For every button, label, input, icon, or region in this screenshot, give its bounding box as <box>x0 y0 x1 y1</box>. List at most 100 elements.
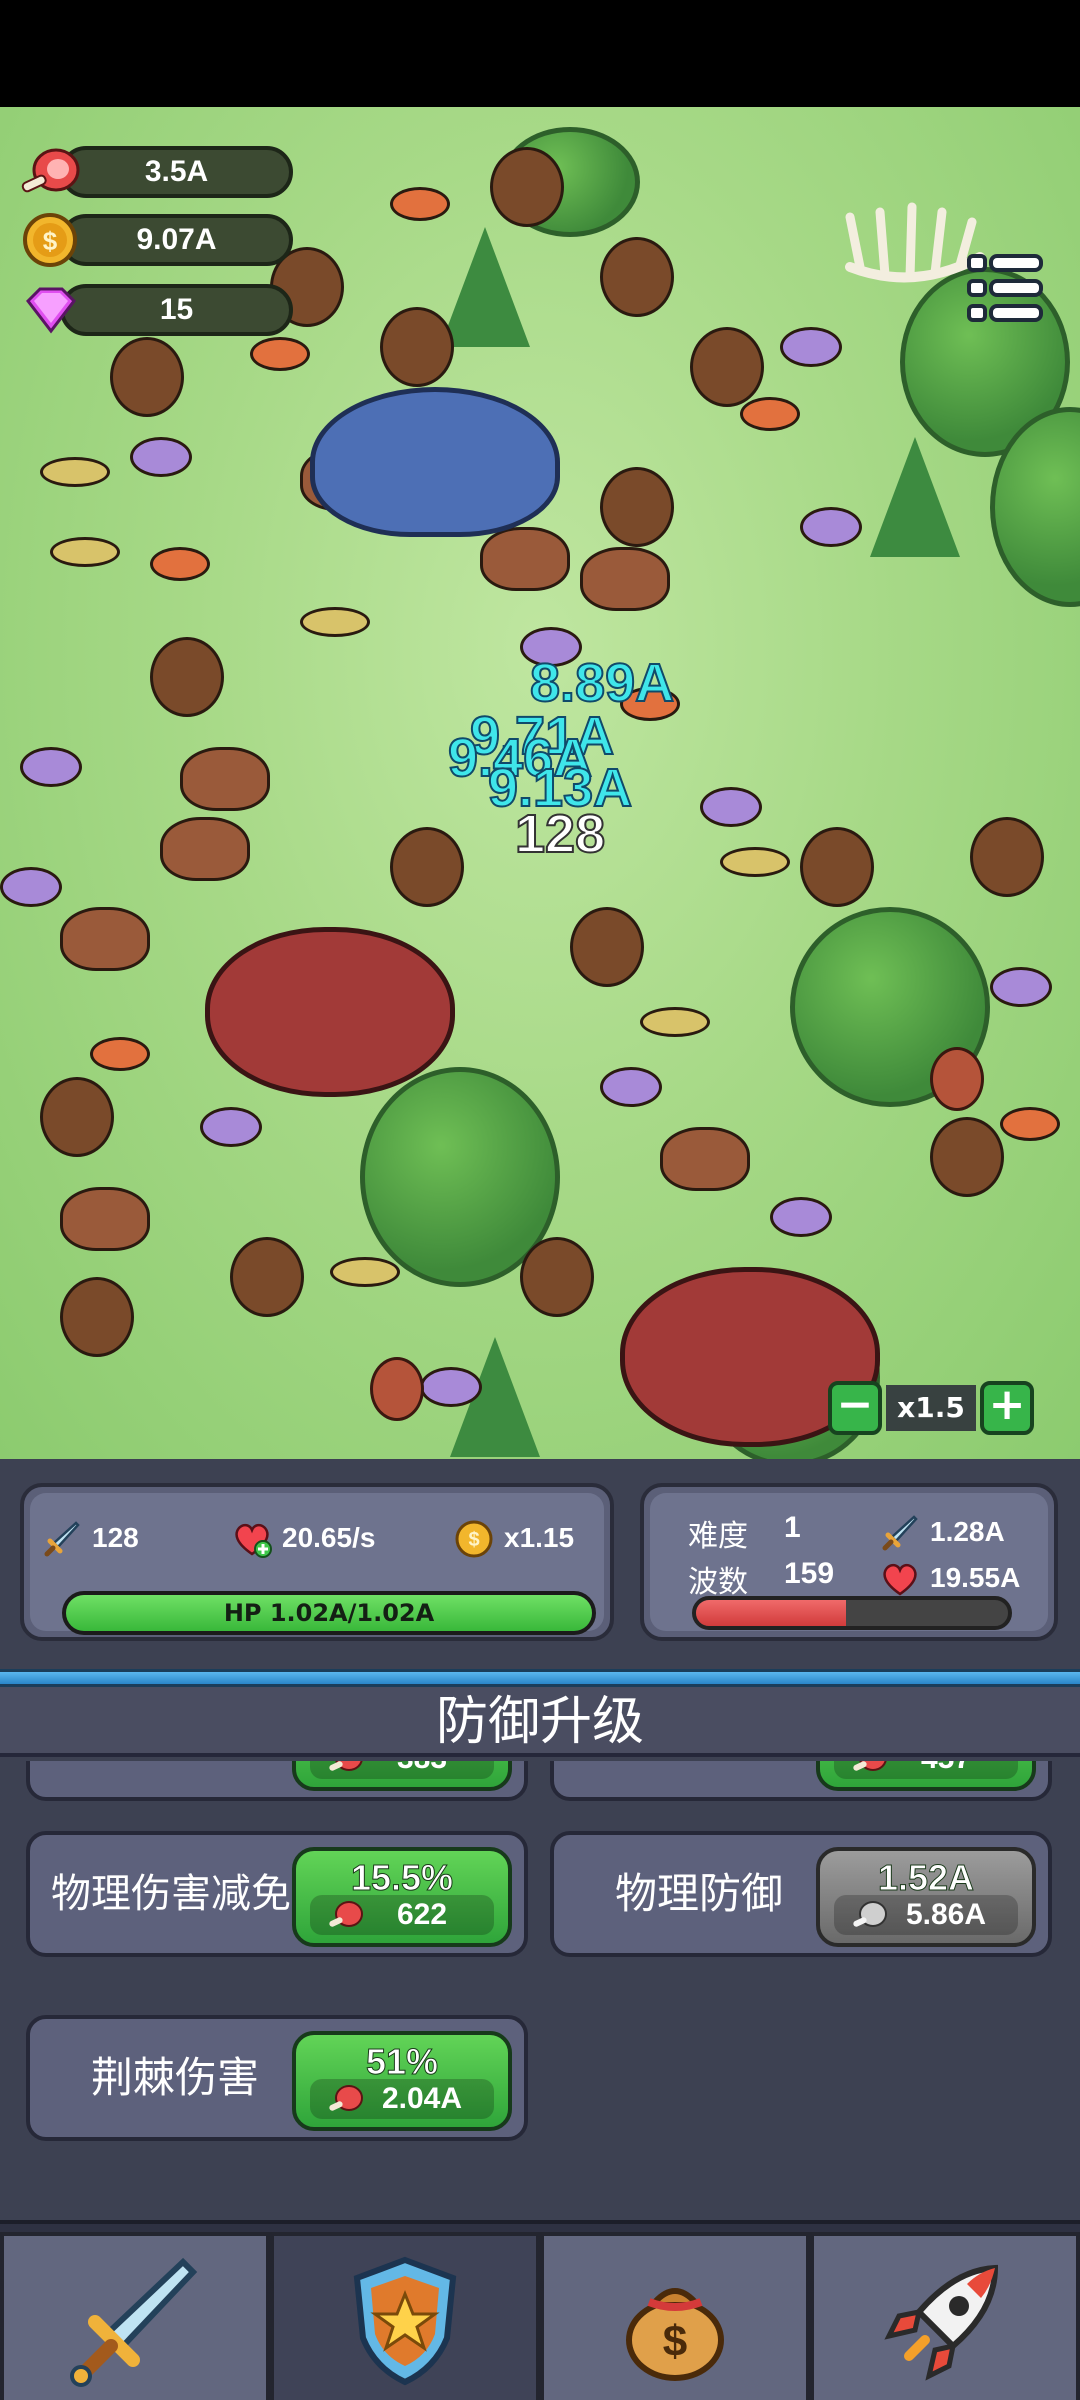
svg-text:$: $ <box>468 1529 479 1551</box>
giant-boar-boss <box>205 927 455 1097</box>
boar-enemy <box>180 747 270 811</box>
shrimp-enemy <box>1000 1107 1060 1141</box>
nav-tab-defense[interactable] <box>270 2232 540 2400</box>
shrimp-enemy <box>250 337 310 371</box>
bear-enemy <box>150 637 224 717</box>
upgrade-label: 物理防御 <box>614 1869 783 1918</box>
upgrade-cost: 457 <box>921 1761 971 1775</box>
speed-label: x1.5 <box>886 1385 976 1431</box>
gold-coin-icon: $ <box>455 1520 493 1558</box>
spider-enemy <box>200 1107 262 1147</box>
boar-enemy <box>60 907 150 971</box>
heart-icon <box>883 1563 917 1596</box>
player-stats-card: 128 20.65/s $ x1.15 HP 1.02A/1.02A <box>20 1483 614 1641</box>
upgrade-label: 生命回复 <box>564 1761 834 1797</box>
pine-tree <box>870 437 960 557</box>
heart-plus-icon <box>235 1523 272 1558</box>
meat-icon <box>329 1761 363 1771</box>
lizard-enemy <box>300 607 370 637</box>
wave-stats-card: 难度 1 波数 159 1.28A 19.55A <box>640 1483 1058 1641</box>
pine-tree <box>440 227 530 347</box>
speed-increase-button[interactable]: + <box>980 1381 1034 1435</box>
monkey-enemy <box>370 1357 424 1421</box>
gold-multiplier-stat: $ x1.15 <box>454 1515 604 1561</box>
gold-coin-icon: $ <box>23 213 77 267</box>
upgrade-phys-reduction-button[interactable]: 15.5% 622 <box>292 1847 512 1947</box>
shrimp-enemy <box>90 1037 150 1071</box>
shield-star-icon <box>353 2256 457 2386</box>
bear-enemy <box>380 307 454 387</box>
upgrade-card-phys-defense: 物理防御 1.52A 5.86A <box>550 1831 1052 1957</box>
boar-enemy <box>480 527 570 591</box>
bottom-nav: $ <box>0 2220 1080 2400</box>
upgrade-list[interactable]: 生命值 383 生命回复 457 物理伤害减免 15.5% <box>0 1761 1080 2219</box>
enemy-attack-stat: 1.28A <box>880 1509 1050 1555</box>
battlefield[interactable]: 3.5A 9.07A $ 15 8.89A 9.71A 9.46A 9.13A <box>0 107 1080 1459</box>
upgrade-cost: 383 <box>397 1761 447 1775</box>
enemy-hp-stat: 19.55A <box>880 1555 1050 1601</box>
svg-text:$: $ <box>663 2317 687 2366</box>
wave-value: 159 <box>784 1557 835 1590</box>
player-hp-text: HP 1.02A/1.02A <box>223 1599 435 1627</box>
wolf-boss <box>310 387 560 537</box>
lizard-enemy <box>720 847 790 877</box>
bear-enemy <box>600 237 674 317</box>
speed-decrease-button[interactable]: − <box>828 1381 882 1435</box>
upgrade-regen-button[interactable]: 457 <box>816 1761 1036 1791</box>
upgrade-cost: 5.86A <box>905 1898 987 1931</box>
spider-enemy <box>990 967 1052 1007</box>
bear-enemy <box>600 467 674 547</box>
lizard-enemy <box>330 1257 400 1287</box>
upgrade-thorns-button[interactable]: 51% 2.04A <box>292 2031 512 2131</box>
lizard-enemy <box>40 457 110 487</box>
boar-enemy <box>660 1127 750 1191</box>
bear-enemy <box>800 827 874 907</box>
lizard-enemy <box>50 537 120 567</box>
player-hp-bar: HP 1.02A/1.02A <box>62 1591 596 1635</box>
bear-enemy <box>520 1237 594 1317</box>
upgrade-label: 荆棘伤害 <box>90 2053 259 2102</box>
rocket-icon <box>884 2264 999 2381</box>
bear-enemy <box>930 1117 1004 1197</box>
player-regen-stat: 20.65/s <box>232 1515 422 1561</box>
meat-value: 3.5A <box>144 155 209 188</box>
meat-icon <box>329 2085 363 2111</box>
gold-value: 9.07A <box>136 223 217 256</box>
boar-enemy <box>160 817 250 881</box>
nav-tab-attack[interactable] <box>0 2232 270 2400</box>
upgrade-value: 51% <box>365 2041 439 2083</box>
upgrade-value: 1.52A <box>877 1857 975 1899</box>
bear-enemy <box>970 817 1044 897</box>
spider-enemy <box>0 867 62 907</box>
bear-enemy <box>490 147 564 227</box>
bear-enemy <box>60 1277 134 1357</box>
upgrade-label: 生命值 <box>40 1761 310 1797</box>
upgrade-hp-button[interactable]: 383 <box>292 1761 512 1791</box>
meat-icon <box>853 1761 887 1771</box>
speed-control: − x1.5 + <box>828 1381 1034 1435</box>
meat-icon <box>853 1901 887 1927</box>
bear-enemy <box>690 327 764 407</box>
nav-tab-economy[interactable]: $ <box>540 2232 810 2400</box>
sword-icon <box>44 1521 80 1557</box>
lizard-enemy <box>640 1007 710 1037</box>
sword-icon <box>70 2257 198 2387</box>
damage-number: 128 <box>514 803 606 865</box>
upgrade-value: 15.5% <box>350 1857 454 1899</box>
bear-enemy <box>230 1237 304 1317</box>
bottom-panel: 128 20.65/s $ x1.15 HP 1.02A/1.02A 难度 1 … <box>0 1459 1080 2400</box>
meat-counter: 3.5A <box>20 143 293 201</box>
nav-tab-boost[interactable] <box>810 2232 1080 2400</box>
spider-enemy <box>20 747 82 787</box>
upgrade-phys-defense-button[interactable]: 1.52A 5.86A <box>816 1847 1036 1947</box>
spider-enemy <box>800 507 862 547</box>
meat-icon <box>21 148 80 193</box>
monkey-enemy <box>930 1047 984 1111</box>
bear-enemy <box>110 337 184 417</box>
upgrade-cost: 2.04A <box>381 2082 463 2115</box>
divider <box>0 1669 1080 1687</box>
menu-list-icon[interactable] <box>965 252 1045 324</box>
spider-enemy <box>600 1067 662 1107</box>
bear-enemy <box>390 827 464 907</box>
shrimp-enemy <box>740 397 800 431</box>
